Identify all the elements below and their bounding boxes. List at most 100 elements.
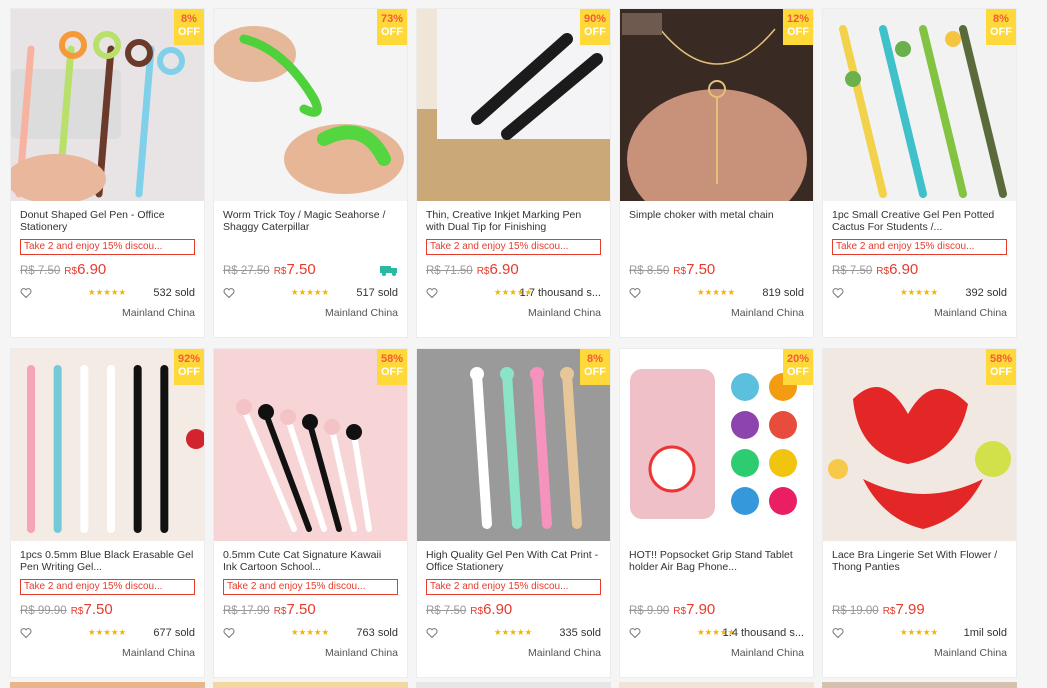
product-title[interactable]: High Quality Gel Pen With Cat Print - Of… bbox=[426, 549, 601, 573]
price-row: R$ 9.90 R$7.90 bbox=[629, 601, 804, 619]
current-price: 7.50 bbox=[286, 601, 316, 618]
current-price: 6.90 bbox=[489, 261, 519, 278]
current-price: 7.50 bbox=[686, 261, 716, 278]
product-thumbnail[interactable]: 20% OFF bbox=[620, 349, 813, 541]
discount-percent: 8% bbox=[993, 13, 1009, 25]
discount-off-label: OFF bbox=[584, 26, 606, 38]
price-row: R$ 99.90 R$7.50 bbox=[20, 601, 195, 619]
product-thumbnail[interactable]: 58% OFF bbox=[823, 349, 1016, 541]
rating-stars: ★★★★★ bbox=[900, 627, 939, 637]
product-card[interactable]: 20% OFF HOT!! Popsocket Grip Stand Tablet … bbox=[619, 348, 814, 678]
ship-origin: Mainland China bbox=[528, 647, 601, 659]
product-card[interactable]: 58% OFF Lace Bra Lingerie Set With Flower … bbox=[822, 348, 1017, 678]
current-price: 7.50 bbox=[83, 601, 113, 618]
discount-badge: 90% OFF bbox=[580, 9, 610, 45]
promo-tag: Take 2 and enjoy 15% discou... bbox=[426, 239, 601, 255]
sold-count: 532 sold bbox=[153, 287, 195, 299]
product-thumbnail[interactable]: 8% OFF bbox=[11, 9, 204, 201]
old-price: R$ 8.50 bbox=[629, 265, 670, 277]
heart-icon[interactable] bbox=[832, 627, 844, 639]
product-thumbnail[interactable]: 58% OFF bbox=[214, 349, 407, 541]
promo-tag bbox=[629, 579, 804, 595]
ship-origin: Mainland China bbox=[122, 307, 195, 319]
product-card[interactable]: 58% OFF 0.5mm Cute Cat Signature Kawaii In… bbox=[213, 348, 408, 678]
old-price: R$ 7.50 bbox=[20, 265, 61, 277]
heart-icon[interactable] bbox=[629, 287, 641, 299]
product-card[interactable]: 8% OFF Donut Shaped Gel Pen - Office Stati… bbox=[10, 8, 205, 338]
product-title[interactable]: 1pcs 0.5mm Blue Black Erasable Gel Pen W… bbox=[20, 549, 195, 573]
currency-symbol: R$ bbox=[470, 606, 484, 617]
product-title[interactable]: Simple choker with metal chain bbox=[629, 209, 804, 233]
product-title[interactable]: 0.5mm Cute Cat Signature Kawaii Ink Cart… bbox=[223, 549, 398, 573]
sold-count: 763 sold bbox=[356, 627, 398, 639]
product-card[interactable]: 8% OFF 1pc Small Creative Gel Pen Potted C… bbox=[822, 8, 1017, 338]
heart-icon[interactable] bbox=[426, 287, 438, 299]
product-card[interactable]: 73% OFF Worm Trick Toy / Magic Seahorse / … bbox=[213, 8, 408, 338]
discount-percent: 92% bbox=[177, 353, 201, 365]
ship-origin: Mainland China bbox=[934, 307, 1007, 319]
discount-off-label: OFF bbox=[178, 26, 200, 38]
ship-origin: Mainland China bbox=[934, 647, 1007, 659]
discount-percent: 58% bbox=[380, 353, 404, 365]
rating-stars: ★★★★★ bbox=[88, 627, 127, 637]
currency-symbol: R$ bbox=[64, 266, 78, 277]
meta-row: ★★★★★ 517 sold bbox=[223, 287, 398, 301]
old-price: R$ 71.50 bbox=[426, 265, 473, 277]
rating-stars: ★★★★★ bbox=[88, 287, 127, 297]
price-row: R$ 8.50 R$7.50 bbox=[629, 261, 804, 279]
promo-tag: Take 2 and enjoy 15% discou... bbox=[832, 239, 1007, 255]
product-card[interactable]: 90% OFF Thin, Creative Inkjet Marking Pen … bbox=[416, 8, 611, 338]
ship-origin: Mainland China bbox=[731, 307, 804, 319]
next-row-peek bbox=[10, 682, 205, 688]
discount-badge: 73% OFF bbox=[377, 9, 407, 45]
discount-off-label: OFF bbox=[381, 366, 403, 378]
sold-count: 1mil sold bbox=[963, 627, 1007, 639]
old-price: R$ 99.90 bbox=[20, 605, 67, 617]
product-card[interactable]: 92% OFF 1pcs 0.5mm Blue Black Erasable Gel… bbox=[10, 348, 205, 678]
discount-off-label: OFF bbox=[990, 366, 1012, 378]
heart-icon[interactable] bbox=[832, 287, 844, 299]
heart-icon[interactable] bbox=[20, 627, 32, 639]
discount-badge: 58% OFF bbox=[986, 349, 1016, 385]
price-row: R$ 7.50 R$6.90 bbox=[426, 601, 601, 619]
product-title[interactable]: 1pc Small Creative Gel Pen Potted Cactus… bbox=[832, 209, 1007, 233]
price-row: R$ 27.50 R$7.50 bbox=[223, 261, 398, 279]
heart-icon[interactable] bbox=[223, 287, 235, 299]
product-thumbnail[interactable]: 8% OFF bbox=[417, 349, 610, 541]
old-price: R$ 19.00 bbox=[832, 605, 879, 617]
heart-icon[interactable] bbox=[223, 627, 235, 639]
ship-origin: Mainland China bbox=[122, 647, 195, 659]
product-thumbnail[interactable]: 8% OFF bbox=[823, 9, 1016, 201]
product-title[interactable]: Lace Bra Lingerie Set With Flower / Thon… bbox=[832, 549, 1007, 573]
discount-badge: 20% OFF bbox=[783, 349, 813, 385]
current-price: 7.50 bbox=[286, 261, 316, 278]
heart-icon[interactable] bbox=[20, 287, 32, 299]
discount-percent: 20% bbox=[786, 353, 810, 365]
meta-row: ★★★★★ 532 sold bbox=[20, 287, 195, 301]
rating-stars: ★★★★★ bbox=[494, 627, 533, 637]
promo-tag: Take 2 and enjoy 15% discou... bbox=[20, 239, 195, 255]
meta-row: ★★★★★ 392 sold bbox=[832, 287, 1007, 301]
currency-symbol: R$ bbox=[673, 606, 687, 617]
product-thumbnail[interactable]: 92% OFF bbox=[11, 349, 204, 541]
heart-icon[interactable] bbox=[426, 627, 438, 639]
product-title[interactable]: Thin, Creative Inkjet Marking Pen with D… bbox=[426, 209, 601, 233]
product-title[interactable]: HOT!! Popsocket Grip Stand Tablet holder… bbox=[629, 549, 804, 573]
product-card[interactable]: 8% OFF High Quality Gel Pen With Cat Print… bbox=[416, 348, 611, 678]
price-row: R$ 71.50 R$6.90 bbox=[426, 261, 601, 279]
product-thumbnail[interactable]: 12% OFF bbox=[620, 9, 813, 201]
product-thumbnail[interactable]: 90% OFF bbox=[417, 9, 610, 201]
shipping-truck-icon bbox=[380, 263, 398, 276]
heart-icon[interactable] bbox=[629, 627, 641, 639]
product-title[interactable]: Donut Shaped Gel Pen - Office Stationery bbox=[20, 209, 195, 233]
product-title[interactable]: Worm Trick Toy / Magic Seahorse / Shaggy… bbox=[223, 209, 398, 233]
next-row-peek bbox=[822, 682, 1017, 688]
product-card[interactable]: 12% OFF Simple choker with metal chain R$ 8… bbox=[619, 8, 814, 338]
product-thumbnail[interactable]: 73% OFF bbox=[214, 9, 407, 201]
currency-symbol: R$ bbox=[673, 266, 687, 277]
currency-symbol: R$ bbox=[882, 606, 896, 617]
promo-tag bbox=[629, 239, 804, 255]
next-row-peek bbox=[619, 682, 814, 688]
promo-tag bbox=[832, 579, 1007, 595]
discount-off-label: OFF bbox=[381, 26, 403, 38]
